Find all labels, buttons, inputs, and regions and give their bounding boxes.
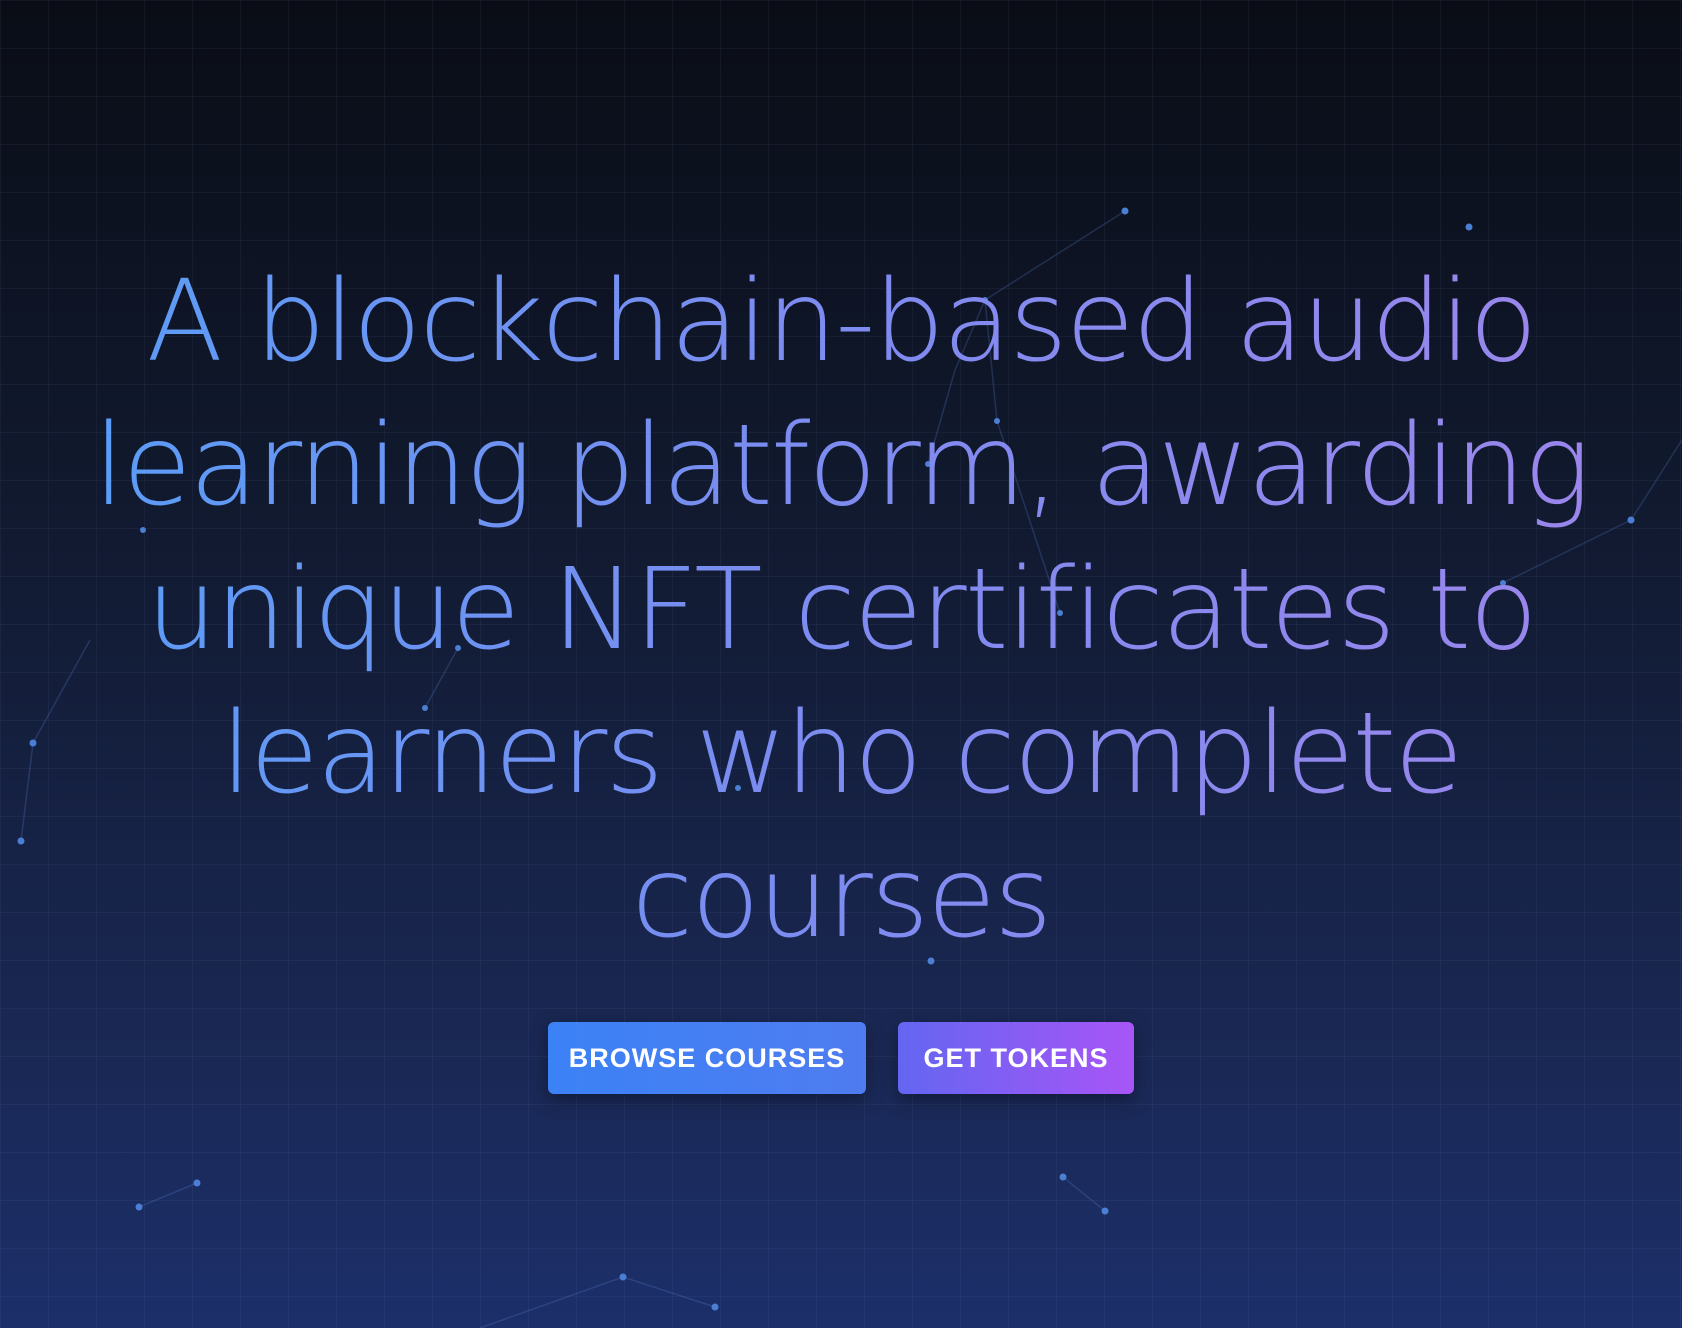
cta-button-group: BROWSE COURSES GET TOKENS: [0, 1022, 1682, 1094]
get-tokens-button[interactable]: GET TOKENS: [898, 1022, 1134, 1094]
hero-headline: A blockchain-based audio learning platfo…: [91, 250, 1591, 970]
hero-section: A blockchain-based audio learning platfo…: [0, 250, 1682, 1094]
landing-page: { "hero": { "headline": "A blockchain-ba…: [0, 0, 1682, 1328]
browse-courses-button[interactable]: BROWSE COURSES: [548, 1022, 866, 1094]
